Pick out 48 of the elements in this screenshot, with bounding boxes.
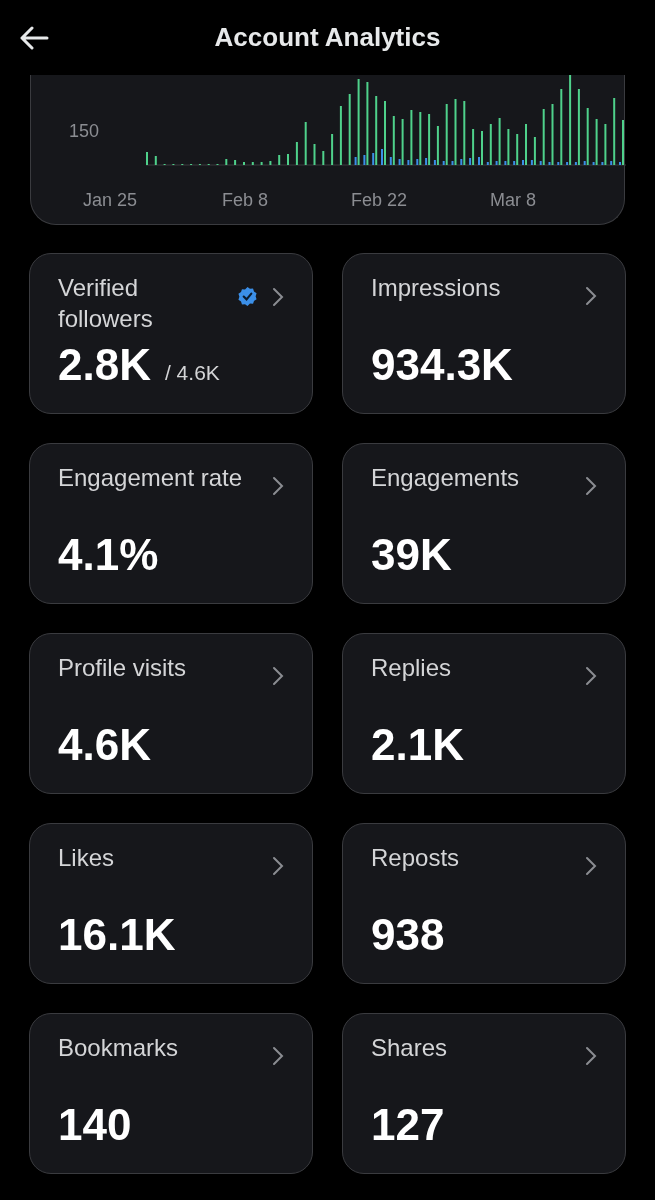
chevron-right-icon (585, 666, 597, 686)
metric-card[interactable]: Verified followers 2.8K / 4.6K (29, 253, 313, 414)
metric-label: Shares (371, 1033, 449, 1063)
x-axis-label: Feb 8 (222, 189, 269, 212)
chevron-right-icon (585, 1046, 597, 1066)
metric-label: Verified followers (58, 273, 154, 334)
metric-value: 2.8K (58, 339, 151, 391)
metric-label: Engagements (371, 463, 521, 493)
chevron-right-icon (272, 286, 284, 307)
metric-value: 4.1% (58, 529, 159, 581)
x-axis-label: Mar 8 (490, 189, 536, 212)
metric-label: Replies (371, 653, 453, 683)
chevron-right-icon (272, 1046, 284, 1066)
metric-card[interactable]: Reposts 938 (342, 823, 626, 984)
metric-value: 127 (371, 1099, 445, 1151)
chevron-right-icon (272, 476, 284, 496)
metric-label: Likes (58, 843, 116, 873)
chevron-right-icon (585, 476, 597, 496)
metric-label: Profile visits (58, 653, 188, 683)
chevron-right-icon (585, 856, 597, 876)
chevron-right-icon (585, 286, 597, 306)
metric-value: 4.6K (58, 719, 151, 771)
metric-value: 2.1K (371, 719, 464, 771)
metric-card[interactable]: Impressions 934.3K (342, 253, 626, 414)
metric-value: 140 (58, 1099, 132, 1151)
metric-label: Reposts (371, 843, 461, 873)
x-axis-label: Jan 25 (83, 189, 138, 212)
metric-value: 39K (371, 529, 452, 581)
metric-label: Engagement rate (58, 463, 244, 493)
metric-card[interactable]: Shares 127 (342, 1013, 626, 1174)
metric-card[interactable]: Engagement rate 4.1% (29, 443, 313, 604)
metric-value: 938 (371, 909, 445, 961)
metric-label: Impressions (371, 273, 502, 303)
metric-value: 934.3K (371, 339, 513, 391)
y-axis-label: 150 (69, 120, 100, 143)
chevron-right-icon (272, 666, 284, 686)
page-title: Account Analytics (214, 21, 441, 54)
x-axis-label: Feb 22 (351, 189, 408, 212)
metric-card[interactable]: Engagements 39K (342, 443, 626, 604)
metric-label: Bookmarks (58, 1033, 180, 1063)
chevron-right-icon (272, 856, 284, 876)
metric-card[interactable]: Likes 16.1K (29, 823, 313, 984)
metric-value: 16.1K (58, 909, 176, 961)
metric-total: / 4.6K (164, 360, 220, 386)
back-arrow-icon (19, 26, 49, 50)
metric-card[interactable]: Replies 2.1K (342, 633, 626, 794)
metric-card[interactable]: Profile visits 4.6K (29, 633, 313, 794)
metric-card[interactable]: Bookmarks 140 (29, 1013, 313, 1174)
